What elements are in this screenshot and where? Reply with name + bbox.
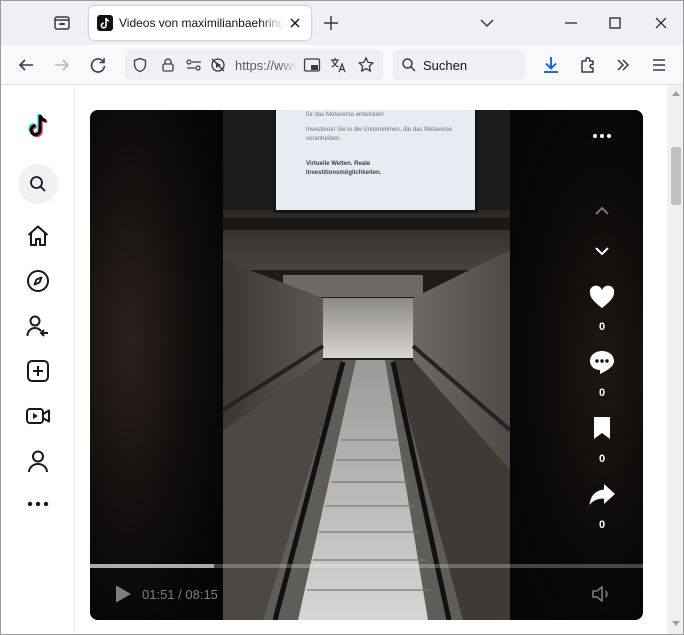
back-icon[interactable] [14,53,38,77]
url-text[interactable]: https://www [235,58,297,73]
search-placeholder: Suchen [423,58,468,73]
upload-plus-icon[interactable] [25,358,51,384]
window-close-icon[interactable] [649,11,673,35]
forward-icon[interactable] [50,53,74,77]
following-icon[interactable] [25,313,51,339]
sidebar-search-button[interactable] [18,164,58,204]
share-icon[interactable] [588,480,616,508]
explore-compass-icon[interactable] [25,268,51,294]
blurred-backdrop-left [90,110,223,620]
video-progress-bar[interactable] [90,564,643,568]
firefox-view-icon[interactable] [49,10,75,36]
comment-icon[interactable] [588,348,616,376]
tab-title: Videos von maximilianbaehring [119,16,284,30]
shield-icon[interactable] [132,57,148,73]
like-count: 0 [598,321,606,333]
video-poster-sign: für das Metaverse entwickeln. Investiere… [273,110,478,213]
tiktok-favicon [97,15,113,31]
page-content: für das Metaverse entwickeln. Investiere… [1,85,683,634]
permissions-icon[interactable] [185,57,203,73]
extensions-icon[interactable] [576,53,600,77]
more-dots-icon[interactable] [25,491,51,517]
play-icon[interactable] [112,583,134,605]
scroll-down-arrow-icon[interactable] [671,620,681,628]
maximize-icon[interactable] [603,11,627,35]
bookmark-icon[interactable] [588,414,616,442]
profile-icon[interactable] [25,448,51,474]
downloads-icon[interactable] [539,53,563,77]
scroll-up-arrow-icon[interactable] [671,89,681,97]
minimize-icon[interactable] [559,11,583,35]
live-video-icon[interactable] [25,403,51,429]
hamburger-menu-icon[interactable] [647,53,671,77]
home-icon[interactable] [25,223,51,249]
translate-icon[interactable] [329,56,347,74]
next-video-chevron-icon[interactable] [591,240,613,262]
previous-video-chevron-icon[interactable] [591,200,613,222]
search-icon [402,58,416,72]
picture-in-picture-icon[interactable] [303,57,321,73]
more-options-icon[interactable] [590,128,614,144]
new-tab-icon[interactable] [319,11,343,35]
search-icon [30,176,46,192]
browser-window: Videos von maximilianbaehring https://ww… [0,0,684,635]
tiktok-logo-icon[interactable] [24,111,54,141]
reload-icon[interactable] [86,53,110,77]
blurred-backdrop-right [510,110,643,620]
video-player[interactable]: für das Metaverse entwickeln. Investiere… [90,110,643,620]
comment-count: 0 [598,387,606,399]
url-bar[interactable]: https://www [125,50,383,80]
volume-icon[interactable] [590,583,614,605]
lock-icon[interactable] [160,57,176,73]
progress-fill [90,564,215,568]
bookmark-star-icon[interactable] [357,56,375,74]
overflow-menu-icon[interactable] [611,53,635,77]
page-scrollbar[interactable] [667,85,683,634]
autoplay-blocked-icon[interactable] [209,57,227,73]
video-frame[interactable]: für das Metaverse entwickeln. Investiere… [223,110,510,620]
tab-strip: Videos von maximilianbaehring [1,1,683,45]
scrollbar-thumb[interactable] [671,147,681,205]
bookmark-count: 0 [598,453,606,465]
navigation-toolbar: https://www Suchen [1,45,683,85]
active-tab[interactable]: Videos von maximilianbaehring [89,6,311,40]
share-count: 0 [598,519,606,531]
search-bar[interactable]: Suchen [393,50,525,80]
close-tab-icon[interactable] [285,13,305,33]
list-all-tabs-icon[interactable] [475,11,499,35]
like-heart-icon[interactable] [588,284,616,312]
playback-time: 01:51 / 08:15 [142,587,218,602]
tiktok-sidebar [1,85,75,634]
